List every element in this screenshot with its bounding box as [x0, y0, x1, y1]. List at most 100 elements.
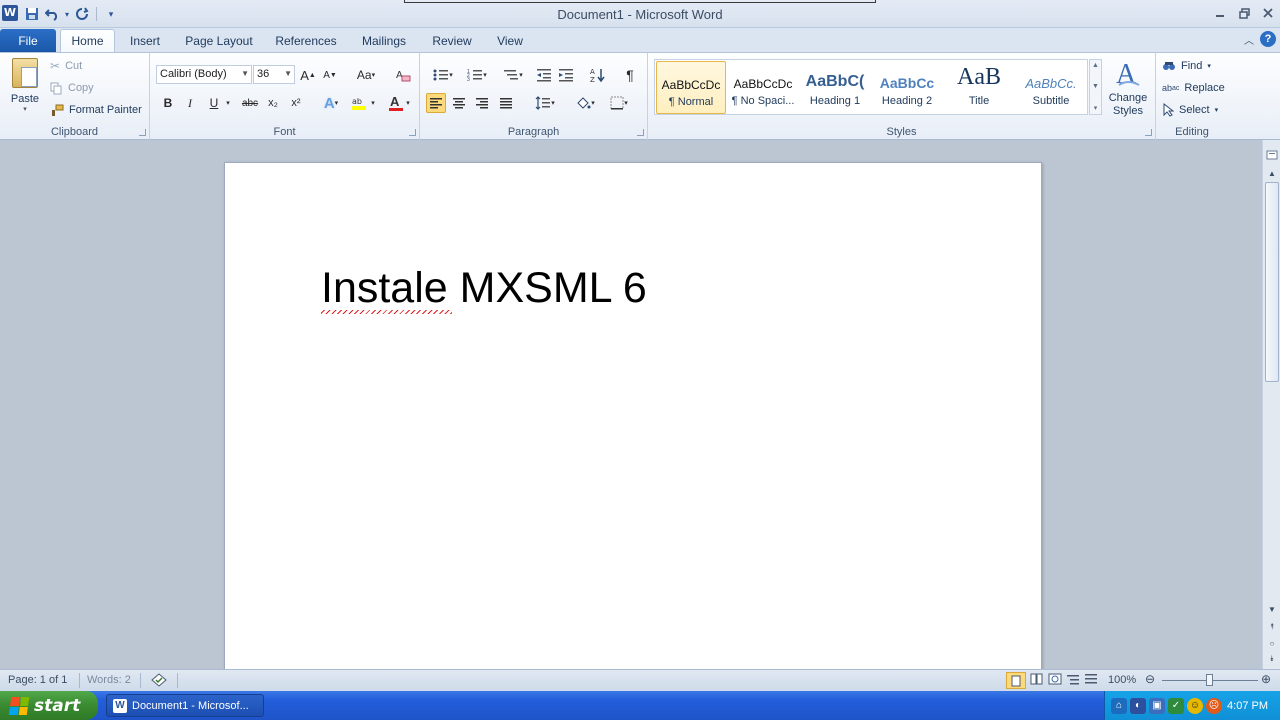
- borders-button[interactable]: ▾: [604, 93, 634, 113]
- security-icon[interactable]: ◐: [1130, 697, 1146, 714]
- zoom-out-icon[interactable]: ⊖: [1145, 672, 1155, 686]
- spelling-error-underline[interactable]: [321, 310, 452, 314]
- style-heading-2[interactable]: AaBbCc Heading 2: [872, 61, 942, 114]
- taskbar-item-word[interactable]: W Document1 - Microsof...: [106, 694, 264, 717]
- clipboard-launcher-icon[interactable]: [139, 129, 146, 136]
- font-color-button[interactable]: A ▾: [384, 93, 414, 113]
- cut-button[interactable]: ✂ Cut: [50, 57, 82, 75]
- full-screen-reading-icon[interactable]: [1030, 673, 1044, 688]
- tab-file[interactable]: File: [0, 29, 56, 52]
- underline-dropdown-icon[interactable]: ▾: [222, 93, 234, 113]
- zoom-in-icon[interactable]: ⊕: [1261, 672, 1271, 686]
- sort-icon[interactable]: AZ: [588, 65, 608, 85]
- gallery-down-icon[interactable]: ▼: [1092, 83, 1099, 90]
- minimize-icon[interactable]: [1208, 4, 1232, 22]
- bold-button[interactable]: B: [158, 93, 178, 113]
- format-painter-button[interactable]: Format Painter: [50, 101, 142, 119]
- help-icon[interactable]: ?: [1260, 31, 1276, 47]
- clear-formatting-icon[interactable]: A: [393, 65, 413, 85]
- align-center-button[interactable]: [449, 93, 469, 113]
- document-page[interactable]: Instale MXSML 6: [224, 162, 1042, 669]
- select-button[interactable]: Select ▾: [1162, 101, 1218, 119]
- page-count[interactable]: Page: 1 of 1: [8, 674, 67, 686]
- subscript-button[interactable]: x₂: [263, 93, 283, 113]
- scroll-up-icon[interactable]: ▲: [1265, 166, 1279, 180]
- style-subtitle[interactable]: AaBbCc. Subtitle: [1016, 61, 1086, 114]
- show-marks-button[interactable]: ¶: [620, 65, 640, 85]
- font-launcher-icon[interactable]: [409, 129, 416, 136]
- superscript-button[interactable]: x²: [286, 93, 306, 113]
- strikethrough-button[interactable]: abc: [238, 93, 262, 113]
- tab-home[interactable]: Home: [60, 29, 115, 52]
- display-icon[interactable]: ▣: [1149, 697, 1165, 714]
- style-normal[interactable]: AaBbCcDc ¶ Normal: [656, 61, 726, 114]
- align-left-button[interactable]: [426, 93, 446, 113]
- change-styles-button[interactable]: A Change Styles: [1106, 57, 1150, 123]
- grow-font-button[interactable]: A ▲: [298, 65, 318, 85]
- document-text[interactable]: Instale MXSML 6: [321, 264, 647, 313]
- align-right-button[interactable]: [472, 93, 492, 113]
- web-layout-icon[interactable]: [1048, 673, 1062, 688]
- tab-page-layout[interactable]: Page Layout: [180, 29, 258, 52]
- change-case-button[interactable]: Aa ▾: [353, 65, 379, 85]
- next-page-icon[interactable]: ⯯: [1265, 652, 1279, 666]
- font-name-dropdown-icon[interactable]: ▼: [241, 69, 249, 78]
- style-title[interactable]: AaB Title: [944, 61, 1014, 114]
- start-button[interactable]: start: [0, 691, 98, 720]
- messenger-icon[interactable]: ☺: [1187, 697, 1203, 714]
- text-effects-button[interactable]: A ▾: [318, 93, 344, 113]
- highlight-button[interactable]: ab ▾: [348, 93, 378, 113]
- italic-button[interactable]: I: [180, 93, 200, 113]
- scroll-down-icon[interactable]: ▼: [1265, 602, 1279, 616]
- shading-button[interactable]: ▾: [570, 93, 600, 113]
- clipboard-group: Paste ▾ ✂ Cut Copy Format Painter Clipbo…: [0, 53, 150, 140]
- replace-button[interactable]: ab ac Replace: [1162, 79, 1225, 97]
- paste-button[interactable]: Paste ▾: [8, 58, 42, 116]
- font-size-combo[interactable]: 36 ▼: [253, 65, 295, 84]
- minimize-ribbon-icon[interactable]: ︿: [1244, 32, 1254, 47]
- tab-review[interactable]: Review: [426, 29, 478, 52]
- style-heading-1[interactable]: AaBbC( Heading 1: [800, 61, 870, 114]
- previous-page-icon[interactable]: ⯭: [1265, 620, 1279, 634]
- draft-icon[interactable]: [1084, 673, 1098, 688]
- network-icon[interactable]: ⌂: [1111, 697, 1127, 714]
- underline-button[interactable]: U: [204, 93, 224, 113]
- proofing-icon[interactable]: [150, 672, 168, 691]
- vertical-scrollbar[interactable]: ▲ ▼ ⯭ ○ ⯯: [1262, 140, 1280, 669]
- line-spacing-button[interactable]: ▾: [530, 93, 560, 113]
- font-size-dropdown-icon[interactable]: ▼: [284, 69, 292, 78]
- print-layout-icon[interactable]: [1006, 672, 1026, 689]
- ruler-toggle-icon[interactable]: [1265, 148, 1279, 162]
- multilevel-list-button[interactable]: ▾: [498, 65, 528, 85]
- decrease-indent-icon[interactable]: [534, 65, 554, 85]
- tab-view[interactable]: View: [490, 29, 530, 52]
- justify-button[interactable]: [496, 93, 516, 113]
- clock[interactable]: 4:07 PM: [1227, 700, 1268, 712]
- paragraph-launcher-icon[interactable]: [637, 129, 644, 136]
- browse-object-icon[interactable]: ○: [1265, 636, 1279, 650]
- numbering-button[interactable]: 1 2 3 ▾: [462, 65, 492, 85]
- gallery-more-icon[interactable]: ▾: [1094, 104, 1098, 112]
- find-button[interactable]: Find ▾: [1162, 57, 1211, 75]
- restore-icon[interactable]: [1232, 4, 1256, 22]
- outline-icon[interactable]: [1066, 673, 1080, 688]
- scroll-thumb[interactable]: [1265, 182, 1279, 382]
- zoom-slider-thumb[interactable]: [1206, 674, 1213, 686]
- svg-text:Z: Z: [590, 76, 595, 83]
- zoom-level[interactable]: 100%: [1108, 674, 1136, 686]
- increase-indent-icon[interactable]: [556, 65, 576, 85]
- alert-icon[interactable]: ☹: [1206, 697, 1222, 714]
- bullets-button[interactable]: ▾: [428, 65, 458, 85]
- style-no-spacing[interactable]: AaBbCcDc ¶ No Spaci...: [728, 61, 798, 114]
- gallery-up-icon[interactable]: ▲: [1092, 62, 1099, 69]
- tab-mailings[interactable]: Mailings: [353, 29, 415, 52]
- tab-references[interactable]: References: [270, 29, 342, 52]
- close-icon[interactable]: [1256, 4, 1280, 22]
- copy-button[interactable]: Copy: [50, 79, 94, 97]
- tab-insert[interactable]: Insert: [122, 29, 168, 52]
- font-name-combo[interactable]: Calibri (Body) ▼: [156, 65, 252, 84]
- styles-launcher-icon[interactable]: [1145, 129, 1152, 136]
- word-count[interactable]: Words: 2: [87, 674, 131, 686]
- shrink-font-button[interactable]: A ▼: [320, 65, 340, 85]
- update-icon[interactable]: ✓: [1168, 697, 1184, 714]
